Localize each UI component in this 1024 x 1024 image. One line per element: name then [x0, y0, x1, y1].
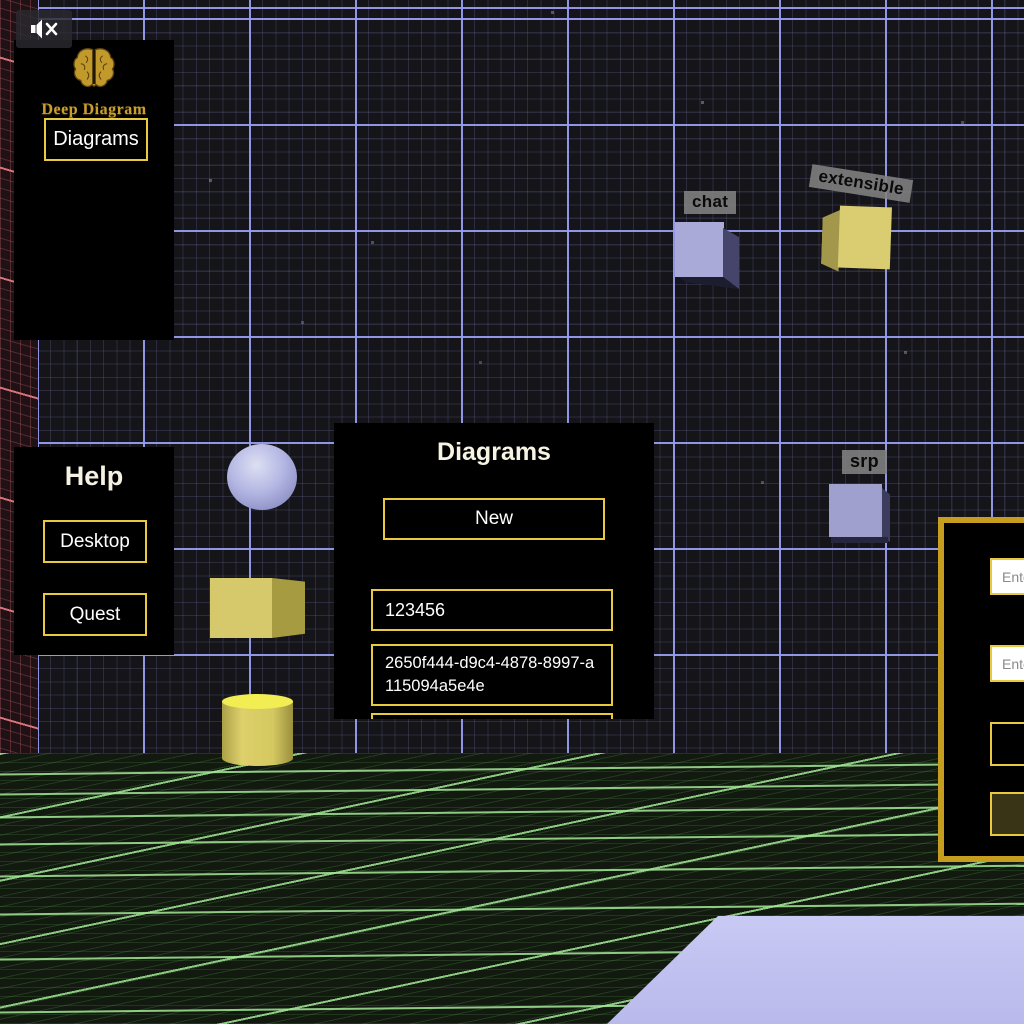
right-panel-button[interactable]: [990, 792, 1024, 836]
brand-name: Deep Diagram: [14, 101, 174, 119]
right-panel-input-1[interactable]: Ente: [990, 558, 1024, 595]
right-panel: Ente Ente: [938, 517, 1024, 862]
code-input[interactable]: 123456: [371, 589, 613, 631]
label-srp: srp: [842, 450, 887, 474]
sphere-object[interactable]: [227, 444, 297, 510]
new-diagram-button[interactable]: New: [383, 498, 605, 540]
cylinder-object[interactable]: [222, 694, 293, 766]
vr-scene: chat extensible srp Deep Diagram DESIGNE: [0, 0, 1024, 1024]
speaker-muted-icon: [29, 17, 59, 41]
brain-logo-icon: [14, 46, 174, 97]
diagrams-panel: Diagrams New 123456 2650f444-d9c4-4878-8…: [334, 423, 654, 719]
diagram-id-field[interactable]: 2650f444-d9c4-4878-8997-a115094a5e4e: [371, 644, 613, 706]
help-panel: Help Desktop Quest: [14, 447, 174, 655]
brand-panel: Deep Diagram DESIGNER Diagrams: [14, 40, 174, 340]
right-panel-input-2[interactable]: Ente: [990, 645, 1024, 682]
help-desktop-button[interactable]: Desktop: [43, 520, 147, 563]
right-panel-field[interactable]: [990, 722, 1024, 766]
clipped-field[interactable]: [371, 713, 613, 719]
help-panel-title: Help: [14, 461, 174, 492]
help-quest-button[interactable]: Quest: [43, 593, 147, 636]
diagrams-panel-title: Diagrams: [334, 438, 654, 467]
diagrams-menu-button[interactable]: Diagrams: [44, 118, 148, 161]
label-chat: chat: [684, 191, 736, 214]
mute-button[interactable]: [16, 10, 72, 48]
